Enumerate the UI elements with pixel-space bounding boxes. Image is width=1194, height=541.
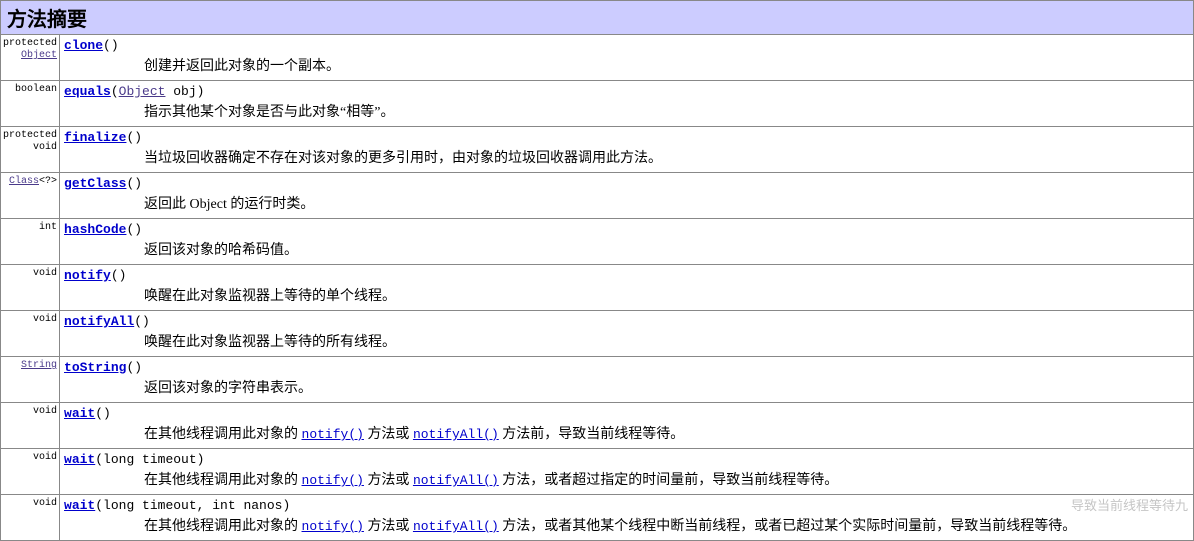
method-cell: finalize()当垃圾回收器确定不存在对该对象的更多引用时，由对象的垃圾回收… [60,127,1194,173]
table-row: protectedObjectclone()创建并返回此对象的一个副本。 [1,35,1194,81]
method-cell: equals(Object obj)指示其他某个对象是否与此对象“相等”。 [60,81,1194,127]
method-cell: hashCode()返回该对象的哈希码值。 [60,219,1194,265]
method-link[interactable]: wait [64,406,95,421]
method-link[interactable]: hashCode [64,222,126,237]
table-header-row: 方法摘要 [1,1,1194,35]
method-link[interactable]: notify [64,268,111,283]
return-type-cell: void [1,403,60,449]
return-type-cell: int [1,219,60,265]
method-link[interactable]: finalize [64,130,126,145]
method-cell: clone()创建并返回此对象的一个副本。 [60,35,1194,81]
method-cell: notifyAll()唤醒在此对象监视器上等待的所有线程。 [60,311,1194,357]
return-type-cell: protectedvoid [1,127,60,173]
method-description: 返回此 Object 的运行时类。 [64,191,1189,215]
return-type-link[interactable]: Class [9,176,39,187]
method-link[interactable]: getClass [64,176,126,191]
method-link[interactable]: wait [64,498,95,513]
method-cell: notify()唤醒在此对象监视器上等待的单个线程。 [60,265,1194,311]
method-link[interactable]: wait [64,452,95,467]
method-description: 在其他线程调用此对象的 notify() 方法或 notifyAll() 方法，… [64,513,1189,537]
method-cell: wait(long timeout)在其他线程调用此对象的 notify() 方… [60,449,1194,495]
return-type-cell: Class<?> [1,173,60,219]
method-cell: getClass()返回此 Object 的运行时类。 [60,173,1194,219]
table-row: voidnotify()唤醒在此对象监视器上等待的单个线程。 [1,265,1194,311]
method-link[interactable]: notifyAll [64,314,134,329]
method-description: 在其他线程调用此对象的 notify() 方法或 notifyAll() 方法前… [64,421,1189,445]
method-description: 在其他线程调用此对象的 notify() 方法或 notifyAll() 方法，… [64,467,1189,491]
return-type-cell: void [1,449,60,495]
table-title: 方法摘要 [1,1,1194,35]
table-row: booleanequals(Object obj)指示其他某个对象是否与此对象“… [1,81,1194,127]
method-cell: wait(long timeout, int nanos)在其他线程调用此对象的… [60,495,1194,541]
method-cell: wait()在其他线程调用此对象的 notify() 方法或 notifyAll… [60,403,1194,449]
method-description: 当垃圾回收器确定不存在对该对象的更多引用时，由对象的垃圾回收器调用此方法。 [64,145,1189,169]
return-type-cell: void [1,265,60,311]
table-row: StringtoString()返回该对象的字符串表示。 [1,357,1194,403]
table-row: Class<?>getClass()返回此 Object 的运行时类。 [1,173,1194,219]
table-row: voidwait()在其他线程调用此对象的 notify() 方法或 notif… [1,403,1194,449]
table-row: protectedvoidfinalize()当垃圾回收器确定不存在对该对象的更… [1,127,1194,173]
return-type-cell: boolean [1,81,60,127]
method-description: 创建并返回此对象的一个副本。 [64,53,1189,77]
method-cell: toString()返回该对象的字符串表示。 [60,357,1194,403]
method-description: 返回该对象的哈希码值。 [64,237,1189,261]
return-type-link[interactable]: String [21,360,57,371]
return-type-cell: void [1,311,60,357]
method-description: 唤醒在此对象监视器上等待的单个线程。 [64,283,1189,307]
method-description: 唤醒在此对象监视器上等待的所有线程。 [64,329,1189,353]
method-link[interactable]: equals [64,84,111,99]
return-type-link[interactable]: Object [21,50,57,61]
table-row: voidnotifyAll()唤醒在此对象监视器上等待的所有线程。 [1,311,1194,357]
method-link[interactable]: clone [64,38,103,53]
table-row: voidwait(long timeout)在其他线程调用此对象的 notify… [1,449,1194,495]
method-description: 返回该对象的字符串表示。 [64,375,1189,399]
return-type-cell: String [1,357,60,403]
return-type-cell: void [1,495,60,541]
method-link[interactable]: toString [64,360,126,375]
method-summary-table: 方法摘要 protectedObjectclone()创建并返回此对象的一个副本… [0,0,1194,541]
table-row: voidwait(long timeout, int nanos)在其他线程调用… [1,495,1194,541]
return-type-cell: protectedObject [1,35,60,81]
table-row: inthashCode()返回该对象的哈希码值。 [1,219,1194,265]
method-description: 指示其他某个对象是否与此对象“相等”。 [64,99,1189,123]
